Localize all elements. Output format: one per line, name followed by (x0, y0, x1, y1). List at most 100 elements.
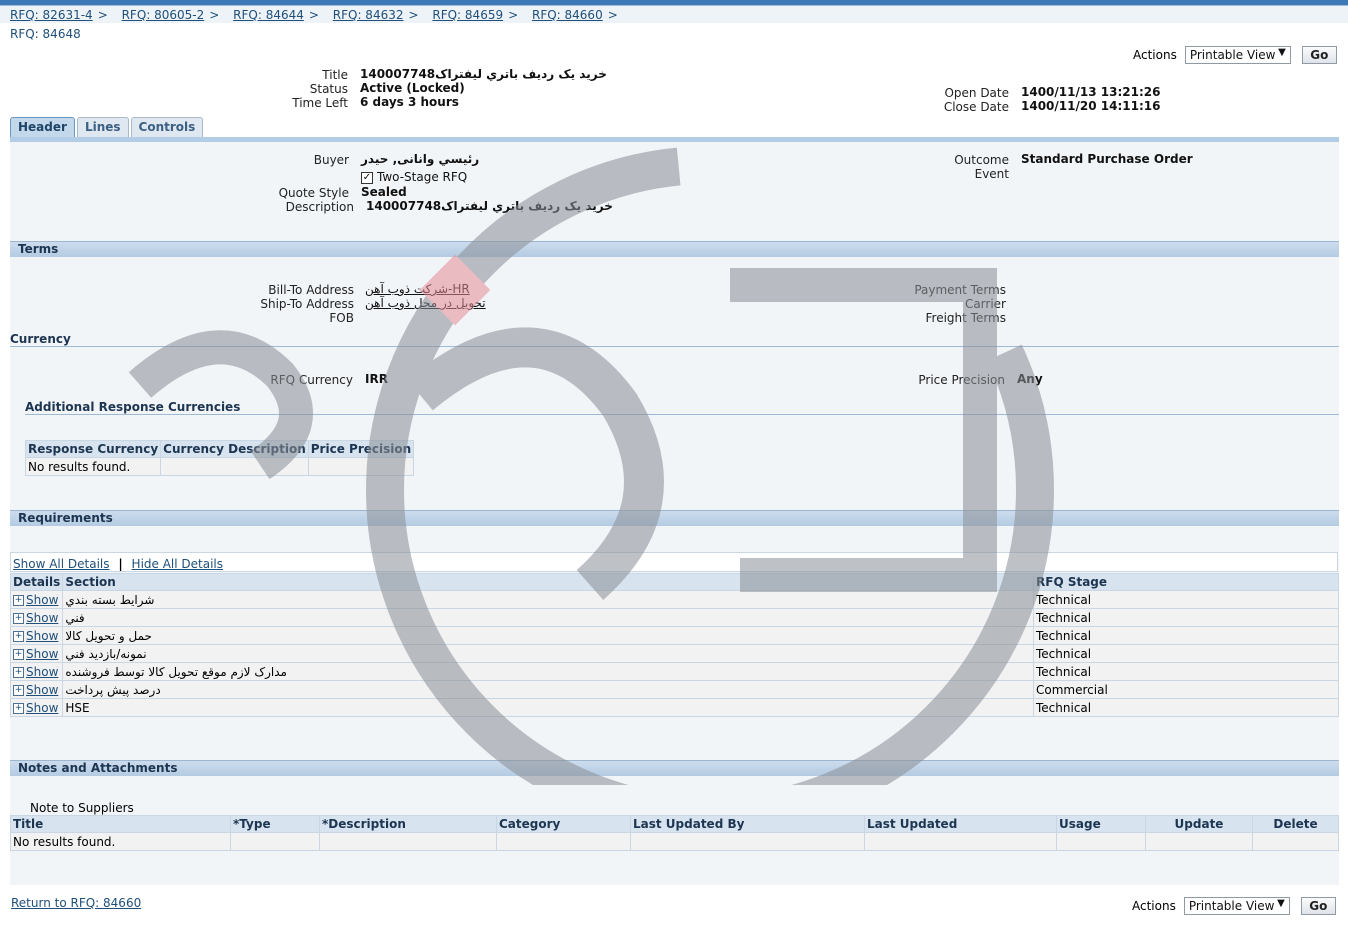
table-row: No results found. (24, 457, 415, 476)
details-toggle-links: Show All Details | Hide All Details (13, 557, 224, 571)
column-header: Response Currency (24, 440, 162, 458)
title-label: Title (322, 68, 348, 82)
expand-plus-icon[interactable]: + (13, 666, 24, 678)
show-link[interactable]: Show (26, 611, 58, 625)
stage-cell: Technical (1033, 698, 1339, 717)
expand-plus-icon[interactable]: + (13, 684, 24, 696)
show-link[interactable]: Show (26, 629, 58, 643)
tab-lines[interactable]: Lines (76, 117, 129, 137)
stage-cell: Technical (1033, 608, 1339, 627)
actions-bar-top: Actions Printable View ▼ Go (1133, 46, 1337, 64)
response-currencies-table: Response Currency Currency Description P… (24, 440, 415, 476)
expand-plus-icon[interactable]: + (13, 702, 24, 714)
breadcrumb: RFQ: 82631-4 > RFQ: 80605-2 > RFQ: 84644 > … (10, 8, 618, 22)
show-link[interactable]: Show (26, 647, 58, 661)
tab-bar: Header Lines Controls (10, 117, 205, 137)
ship-to-label: Ship-To Address (260, 297, 354, 311)
actions-select[interactable]: Printable View ▼ (1184, 46, 1291, 64)
table-row: + Show درصد پیش پرداخت Commercial (9, 680, 1339, 699)
checkbox-checked-icon: ✓ (361, 171, 373, 184)
tab-header[interactable]: Header (10, 117, 75, 137)
return-link[interactable]: Return to RFQ: 84660 (11, 896, 141, 910)
breadcrumb-link[interactable]: RFQ: 82631-4 (10, 8, 93, 22)
column-header-type: *Type (230, 815, 320, 833)
expand-plus-icon[interactable]: + (13, 612, 24, 624)
breadcrumb-link[interactable]: RFQ: 84644 (233, 8, 304, 22)
expand-plus-icon[interactable]: + (13, 630, 24, 642)
table-row: + Show فني Technical (9, 608, 1339, 627)
column-header-delete: Delete (1252, 815, 1339, 833)
column-header: Price Precision (307, 440, 415, 458)
status-value: Active (Locked) (360, 81, 465, 95)
fob-label: FOB (329, 311, 354, 325)
additional-currencies-heading: Additional Response Currencies (25, 400, 241, 414)
breadcrumb-link[interactable]: RFQ: 84632 (333, 8, 404, 22)
ship-to-link[interactable]: تحویل در محل ذوب آهن (365, 296, 486, 310)
bill-to-link[interactable]: شرکت ذوب آهن-HR (365, 282, 470, 296)
time-left-value: 6 days 3 hours (360, 95, 459, 109)
section-cell: فني (62, 608, 1034, 627)
column-header-last-updated: Last Updated (864, 815, 1057, 833)
outcome-label: Outcome (954, 153, 1009, 167)
buyer-value: رئیسي وانانی, حیدر (361, 152, 480, 166)
rfq-currency-value: IRR (365, 372, 388, 386)
section-cell: نمونه/بازدید فني (62, 644, 1034, 663)
open-date-value: 1400/11/13 13:21:26 (1021, 85, 1161, 99)
currency-divider (10, 346, 1339, 347)
go-button[interactable]: Go (1300, 897, 1336, 915)
description-label: Description (285, 200, 354, 214)
hide-all-details-link[interactable]: Hide All Details (132, 557, 223, 571)
terms-section-header: Terms (10, 241, 1339, 257)
section-cell: حمل و تحویل کالا (62, 626, 1034, 645)
table-header-row: Response Currency Currency Description P… (24, 440, 415, 458)
column-header-details: Details (9, 573, 64, 591)
buyer-label: Buyer (313, 153, 349, 167)
stage-cell: Technical (1033, 590, 1339, 609)
tab-controls[interactable]: Controls (130, 117, 204, 137)
column-header: Currency Description (160, 440, 309, 458)
table-row: + Show HSE Technical (9, 698, 1339, 717)
show-link[interactable]: Show (26, 665, 58, 679)
expand-plus-icon[interactable]: + (13, 594, 24, 606)
column-header-last-updated-by: Last Updated By (630, 815, 865, 833)
quote-style-label: Quote Style (278, 186, 349, 200)
section-cell: درصد پیش پرداخت (62, 680, 1034, 699)
table-row: + Show حمل و تحویل کالا Technical (9, 626, 1339, 645)
table-header-row: Title *Type *Description Category Last U… (10, 815, 1339, 833)
requirements-table: Details Section RFQ Stage + Show شرایط بست… (9, 573, 1339, 717)
show-link[interactable]: Show (26, 683, 58, 697)
table-row: + Show نمونه/بازدید فني Technical (9, 644, 1339, 663)
price-precision-label: Price Precision (918, 373, 1005, 387)
actions-select[interactable]: Printable View ▼ (1183, 897, 1290, 915)
status-label: Status (309, 82, 348, 96)
note-to-suppliers-label: Note to Suppliers (30, 801, 134, 815)
description-value: خرید یک ردیف باتري ليفتراک140007748 (366, 199, 613, 213)
stage-cell: Technical (1033, 662, 1339, 681)
stage-cell: Technical (1033, 644, 1339, 663)
stage-cell: Technical (1033, 626, 1339, 645)
expand-plus-icon[interactable]: + (13, 648, 24, 660)
carrier-label: Carrier (964, 297, 1006, 311)
actions-bar-bottom: Actions Printable View ▼ Go (1132, 897, 1336, 915)
attachments-table: Title *Type *Description Category Last U… (10, 815, 1339, 851)
event-label: Event (974, 167, 1009, 181)
quote-style-value: Sealed (361, 185, 407, 199)
currency-heading: Currency (10, 332, 71, 346)
breadcrumb-link[interactable]: RFQ: 84659 (432, 8, 503, 22)
table-row: No results found. (10, 832, 1339, 851)
open-date-label: Open Date (944, 86, 1009, 100)
breadcrumb-link[interactable]: RFQ: 80605-2 (122, 8, 205, 22)
column-header-update: Update (1145, 815, 1253, 833)
stage-cell: Commercial (1033, 680, 1339, 699)
actions-label: Actions (1132, 899, 1176, 913)
outcome-value: Standard Purchase Order (1021, 152, 1193, 166)
show-link[interactable]: Show (26, 701, 58, 715)
bill-to-label: Bill-To Address (268, 283, 354, 297)
table-header-row: Details Section RFQ Stage (9, 573, 1339, 591)
show-link[interactable]: Show (26, 593, 58, 607)
two-stage-checkbox[interactable]: ✓ Two-Stage RFQ (361, 170, 467, 184)
show-all-details-link[interactable]: Show All Details (13, 557, 110, 571)
section-cell: HSE (62, 698, 1034, 717)
go-button[interactable]: Go (1301, 46, 1337, 64)
breadcrumb-link[interactable]: RFQ: 84660 (532, 8, 603, 22)
